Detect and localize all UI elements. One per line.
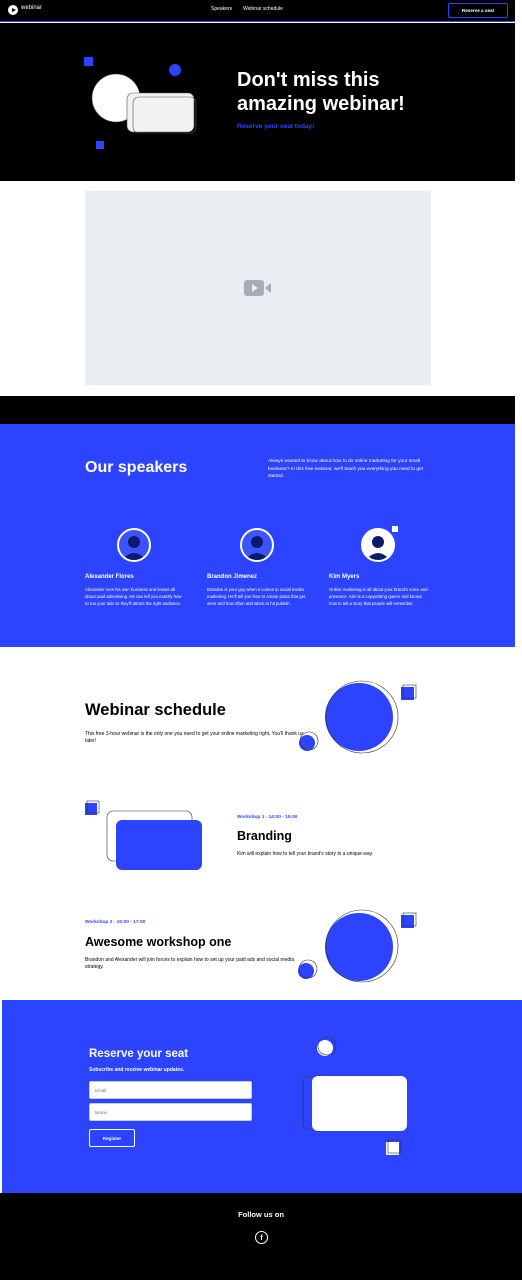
hero-title: Don't miss this amazing webinar! (237, 69, 405, 115)
nav-link-speakers[interactable]: Speakers (211, 6, 232, 12)
page: webinar Speakers Webinar schedule Reserv… (0, 0, 522, 1280)
hero-illustration (84, 57, 197, 149)
speaker-name: Brandon Jimenez (207, 574, 258, 580)
avatar (240, 528, 274, 562)
reserve-section: Reserve your seat Subscribe and receive … (2, 1000, 522, 1193)
speakers-title: Our speakers (85, 459, 188, 476)
video-placeholder[interactable] (85, 191, 431, 385)
workshop-2-illustration (298, 909, 417, 983)
follow-us-label: Follow us on (238, 1210, 284, 1219)
speaker-bio: Brandon is your guy when it comes to soc… (207, 587, 306, 606)
play-logo-icon[interactable] (8, 5, 18, 15)
speaker-bio: Online marketing is all about your brand… (329, 587, 428, 606)
schedule-description: This free 3-hour webinar is the only one… (85, 731, 304, 745)
video-camera-icon[interactable] (244, 279, 272, 297)
email-field[interactable] (89, 1081, 252, 1099)
speaker-name: Kim Myers (329, 574, 360, 580)
speakers-intro: Always wanted to know about how to do on… (268, 459, 424, 479)
logo-text[interactable]: webinar (21, 5, 42, 11)
reserve-seat-button[interactable]: Reserve a seat (448, 3, 508, 18)
decor-square (392, 526, 398, 532)
footer: Follow us on f (0, 1193, 522, 1280)
reserve-subtitle: Subscribe and receive webinar updates. (89, 1067, 185, 1073)
schedule-title: Webinar schedule (85, 701, 226, 719)
workshop-description: Kim will explain how to tell your brand'… (237, 851, 374, 857)
workshop-time: Workshop 1 · 14:00 - 15:00 (237, 815, 298, 820)
reserve-illustration (302, 1036, 407, 1155)
schedule-illustration (299, 680, 417, 754)
workshop-time: Workshop 2 · 15:00 - 17:00 (85, 920, 146, 925)
workshop-1-illustration (85, 800, 202, 870)
speaker-bio: Alexander runs his own business and know… (85, 587, 182, 606)
nav-link-schedule[interactable]: Webinar schedule (243, 6, 283, 12)
speaker-name: Alexander Flores (85, 574, 134, 580)
avatar (117, 528, 151, 562)
workshop-title: Branding (237, 829, 292, 843)
person-photo-icon (366, 536, 390, 560)
facebook-icon[interactable]: f (255, 1231, 268, 1244)
workshop-description: Brandon and Alexander will join forces t… (85, 957, 295, 971)
hero-section: Don't miss this amazing webinar! Reserve… (0, 23, 515, 181)
workshop-title: Awesome workshop one (85, 935, 232, 949)
speakers-section: Our speakers Always wanted to know about… (0, 424, 515, 647)
register-button[interactable]: Register (89, 1129, 135, 1147)
avatar (361, 528, 395, 562)
top-nav: webinar Speakers Webinar schedule Reserv… (0, 0, 515, 22)
hero-subtitle-link[interactable]: Reserve your seat today! (237, 123, 314, 130)
reserve-title: Reserve your seat (89, 1048, 189, 1060)
black-band (0, 396, 515, 424)
name-field[interactable] (89, 1103, 252, 1121)
person-photo-icon (245, 536, 269, 560)
person-photo-icon (122, 536, 146, 560)
